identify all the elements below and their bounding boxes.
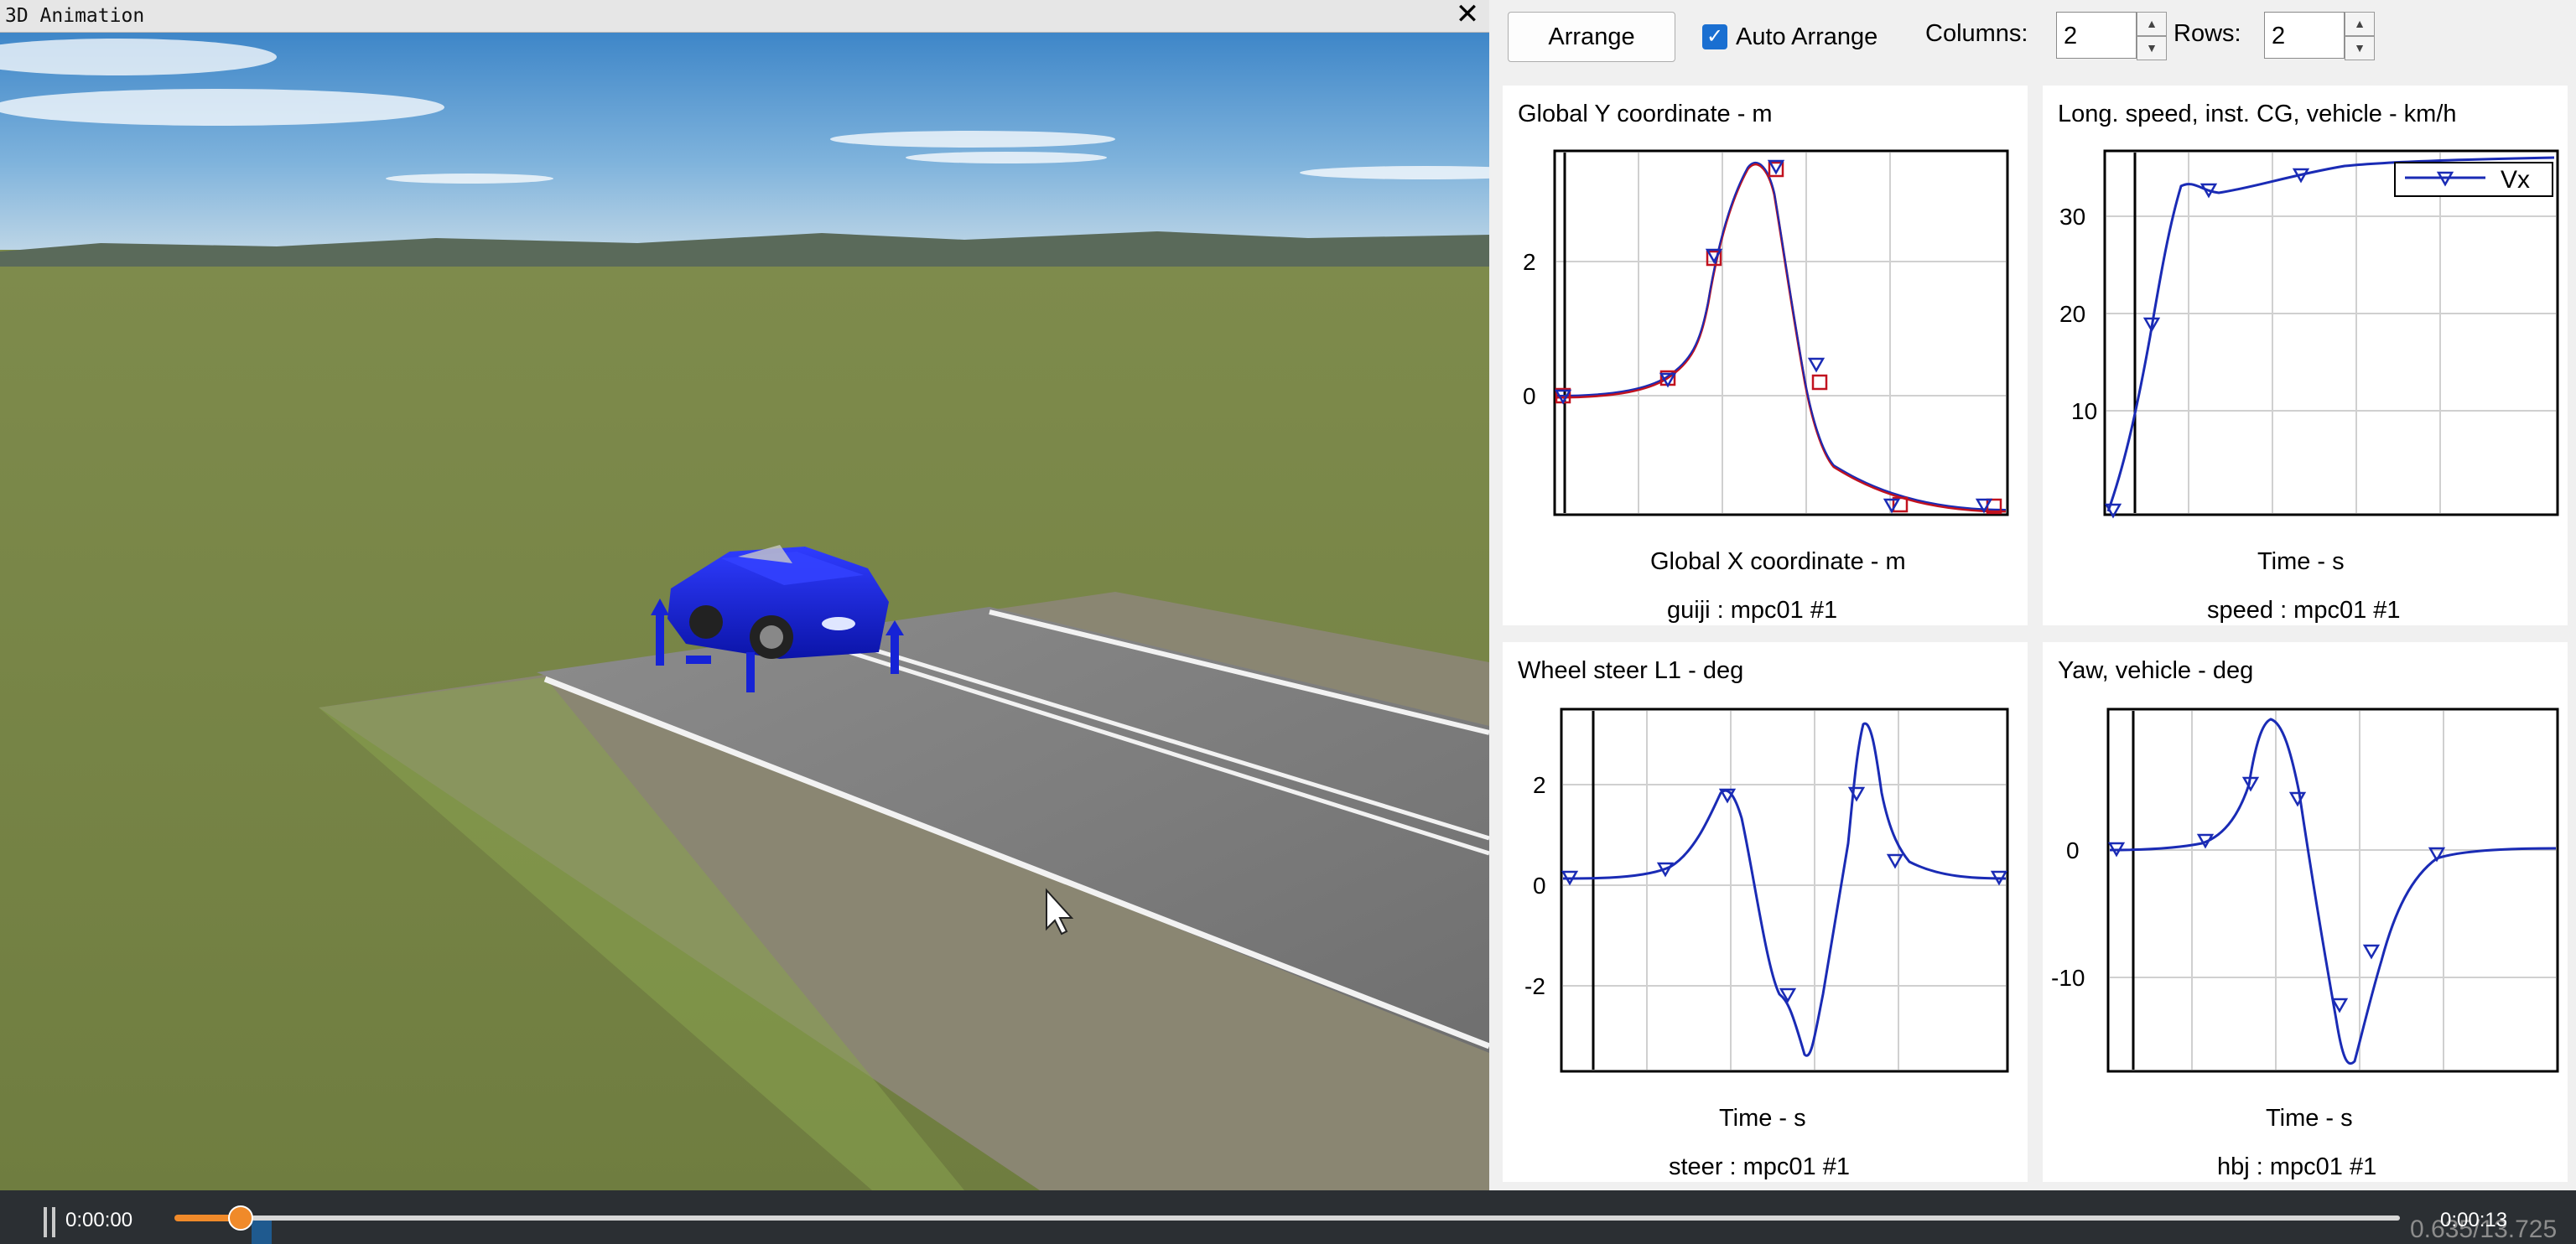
- plot-panel: Arrange ✓ Auto Arrange Columns: 2 ▲ ▼ Ro…: [1489, 0, 2576, 1190]
- 3d-scene-viewport[interactable]: [0, 32, 1489, 1190]
- y-tick-label: 20: [2059, 301, 2085, 327]
- y-tick-label: 2: [1533, 772, 1546, 798]
- plot-wheel-steer[interactable]: Wheel steer L1 - deg 2 0 -2 Time - s ste…: [1503, 642, 2028, 1182]
- y-tick-label: 30: [2059, 204, 2085, 230]
- columns-decrement-icon[interactable]: ▼: [2137, 36, 2167, 60]
- columns-increment-icon[interactable]: ▲: [2137, 12, 2167, 36]
- pause-icon[interactable]: [44, 1207, 57, 1237]
- y-tick-label: 10: [2071, 398, 2097, 424]
- animation-window: 3D Animation ✕: [0, 0, 1489, 1190]
- rows-decrement-icon[interactable]: ▼: [2345, 36, 2375, 60]
- auto-arrange-toggle[interactable]: ✓ Auto Arrange: [1702, 18, 1877, 55]
- y-tick-label: 0: [2066, 837, 2080, 863]
- plot-area: 2 0 -2: [1524, 708, 2009, 1073]
- plot-area: 30 20 10 Vx: [2059, 149, 2559, 519]
- plot-long-speed[interactable]: Long. speed, inst. CG, vehicle - km/h 30…: [2043, 86, 2568, 625]
- rows-label: Rows:: [2174, 20, 2241, 47]
- legend-entry-label: Vx: [2501, 166, 2530, 194]
- plot-dataset-label: steer : mpc01 #1: [1669, 1153, 1850, 1180]
- plot-x-axis-label: Time - s: [2257, 548, 2345, 575]
- plot-toolbar: Arrange ✓ Auto Arrange Columns: 2 ▲ ▼ Ro…: [1489, 0, 2576, 77]
- close-icon[interactable]: ✕: [1452, 0, 1483, 30]
- plot-area: 2 0: [1523, 149, 2009, 516]
- total-time: 0:00:13: [2440, 1209, 2508, 1231]
- animation-window-title: 3D Animation: [5, 5, 145, 27]
- checkbox-checked-icon[interactable]: ✓: [1702, 24, 1727, 49]
- elapsed-time: 0:00:00: [65, 1209, 133, 1231]
- animation-titlebar: 3D Animation ✕: [0, 0, 1489, 33]
- plot-x-axis-label: Time - s: [2266, 1105, 2353, 1132]
- columns-spinner[interactable]: 2 ▲ ▼: [2056, 12, 2167, 60]
- timeline-track[interactable]: [252, 1215, 2400, 1221]
- plot-dataset-label: guiji : mpc01 #1: [1667, 597, 1838, 624]
- plot-dataset-label: speed : mpc01 #1: [2207, 597, 2401, 624]
- auto-arrange-label: Auto Arrange: [1736, 23, 1878, 50]
- plot-area: 0 -10: [2051, 708, 2559, 1073]
- y-tick-label: -10: [2051, 965, 2085, 991]
- columns-label: Columns:: [1925, 20, 2028, 47]
- columns-input[interactable]: 2: [2056, 12, 2137, 59]
- plot-global-y[interactable]: Global Y coordinate - m 2 0 Global X coo…: [1503, 86, 2028, 625]
- y-tick-label: 0: [1533, 873, 1546, 899]
- plot-x-axis-label: Time - s: [1719, 1105, 1806, 1132]
- plot-x-axis-label: Global X coordinate - m: [1650, 548, 1906, 575]
- rows-increment-icon[interactable]: ▲: [2345, 12, 2375, 36]
- rows-input[interactable]: 2: [2264, 12, 2345, 59]
- rows-spinner[interactable]: 2 ▲ ▼: [2264, 12, 2375, 60]
- timeline-handle[interactable]: [228, 1205, 253, 1231]
- y-tick-label: 0: [1523, 383, 1536, 409]
- timeline-marker: [252, 1221, 272, 1244]
- plot-dataset-label: hbj : mpc01 #1: [2217, 1153, 2377, 1180]
- y-tick-label: -2: [1524, 973, 1545, 999]
- playback-bar: 0:00:00 0.635/13.725 0:00:13: [0, 1190, 2576, 1244]
- arrange-button[interactable]: Arrange: [1508, 12, 1675, 62]
- y-tick-label: 2: [1523, 249, 1536, 275]
- plot-yaw[interactable]: Yaw, vehicle - deg 0 -10 Time - s hbj : …: [2043, 642, 2568, 1182]
